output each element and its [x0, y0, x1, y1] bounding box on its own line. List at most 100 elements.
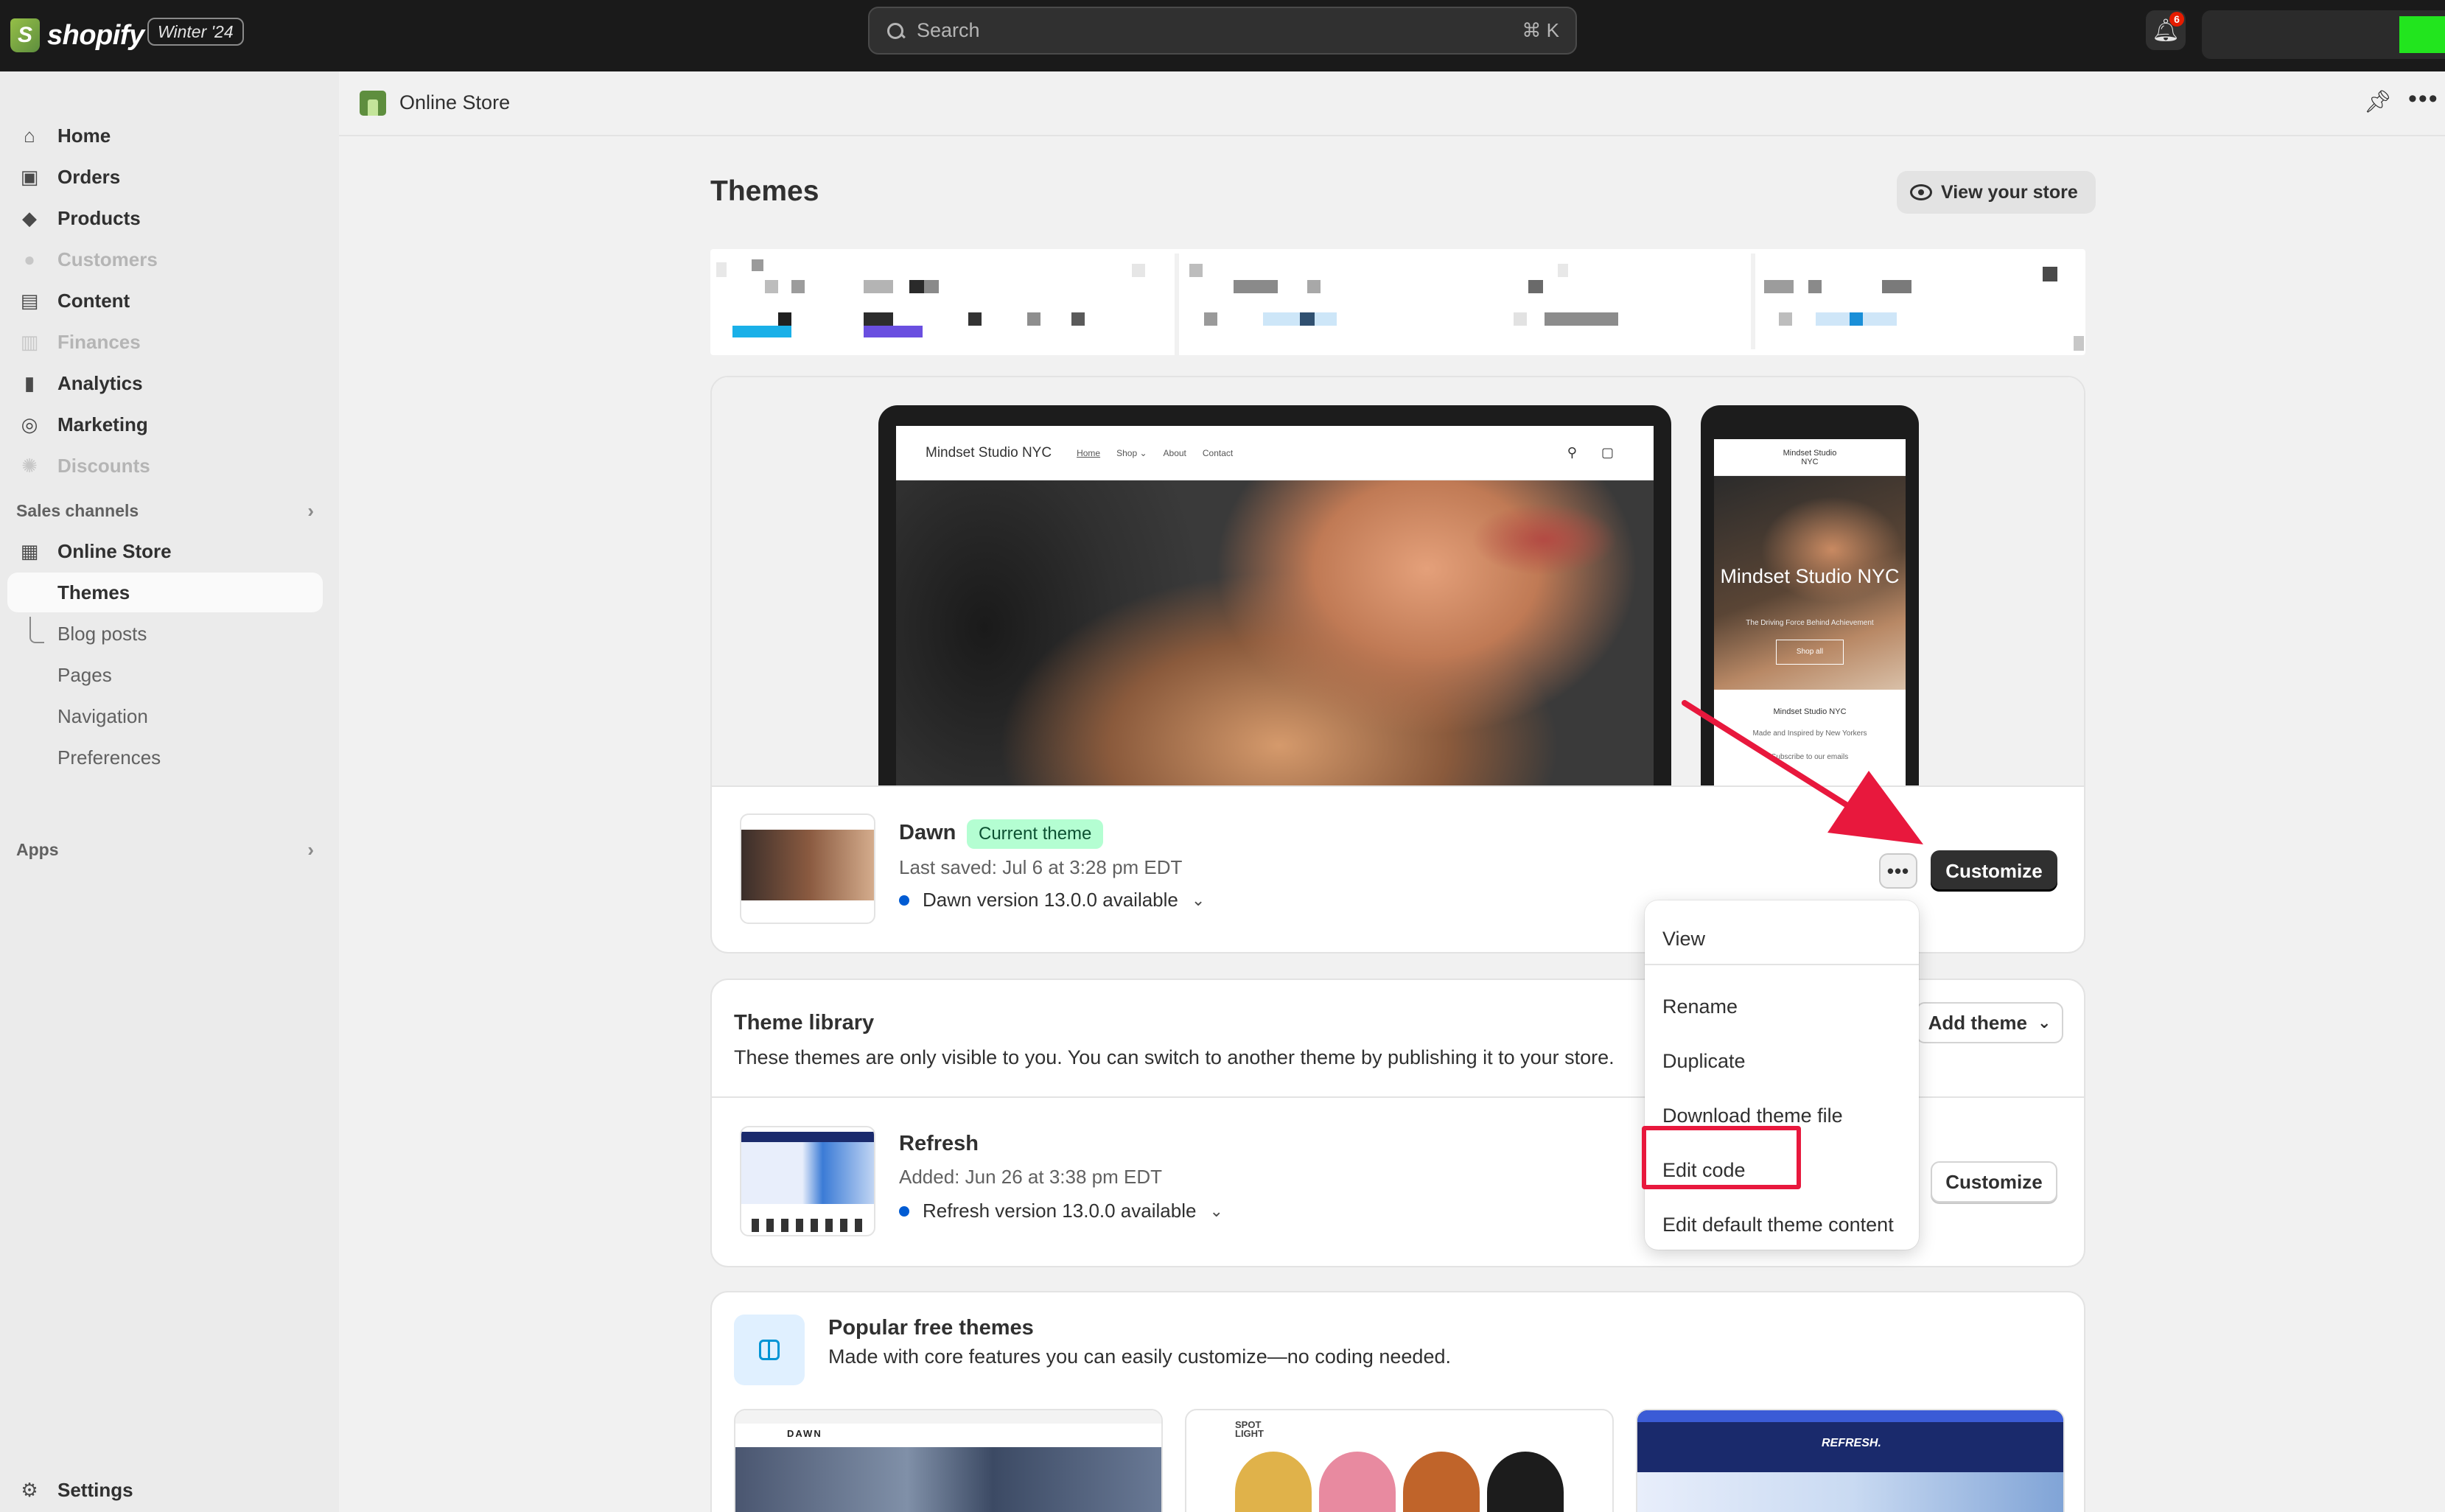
redacted-pixel [1234, 280, 1278, 293]
sidebar-item-discounts[interactable]: ✺ Discounts [7, 446, 323, 486]
sales-channels-label: Sales channels [16, 500, 139, 520]
shopify-logo[interactable]: S shopify [10, 13, 144, 57]
page-title: Themes [710, 175, 819, 207]
view-store-button[interactable]: View your store [1897, 171, 2096, 214]
avatar [2399, 16, 2445, 53]
sidebar-item-online-store[interactable]: ▦ Online Store [7, 531, 323, 571]
refresh-thumbnail-bar [741, 1132, 874, 1142]
redacted-pixel [1545, 312, 1618, 326]
sidebar-subitem-themes[interactable]: Themes [7, 573, 323, 612]
sidebar-subitem-preferences[interactable]: Preferences [7, 738, 323, 777]
search-bar[interactable]: Search ⌘ K [868, 7, 1577, 55]
online-store-icon [360, 91, 386, 116]
sidebar-item-settings[interactable]: ⚙ Settings [7, 1470, 323, 1510]
redacted-pixel [1189, 264, 1203, 277]
cap-orange [1403, 1452, 1480, 1512]
redacted-pixel [1514, 312, 1527, 326]
apps-header[interactable]: Apps › [16, 835, 314, 864]
edition-badge[interactable]: Winter '24 [147, 18, 244, 46]
popular-themes-title: Popular free themes [828, 1316, 1034, 1340]
sidebar-item-finances[interactable]: ▥ Finances [7, 322, 323, 362]
image-icon: ▤ [20, 289, 39, 312]
cap-pink [1319, 1452, 1396, 1512]
notification-count: 6 [2169, 12, 2184, 27]
redacted-pixel [791, 280, 805, 293]
sidebar-item-marketing[interactable]: ◎ Marketing [7, 405, 323, 444]
redacted-pixel [1808, 280, 1822, 293]
redacted-pixel [1071, 312, 1085, 326]
redacted-pixel [1132, 264, 1145, 277]
search-icon [886, 21, 905, 41]
cap-yellow [1235, 1452, 1312, 1512]
preview-link-contact: Contact [1202, 447, 1234, 458]
sidebar-item-label: Content [57, 289, 130, 312]
pin-icon[interactable]: 📌︎ [2364, 89, 2392, 115]
dawn-version-text: Dawn version 13.0.0 available [923, 889, 1178, 911]
redacted-pixel [1751, 253, 1755, 349]
home-icon: ⌂ [24, 124, 35, 147]
mobile-hero-button: Shop all [1776, 640, 1844, 665]
dawn-thumbnail-image [741, 830, 874, 900]
menu-item-rename[interactable]: Rename [1645, 983, 1919, 1030]
redacted-pixel [716, 262, 727, 277]
annotation-arrow [1682, 700, 1923, 844]
discount-icon: ✺ [21, 454, 38, 477]
notifications-button[interactable]: 🔔︎ 6 [2146, 10, 2186, 50]
customize-current-button[interactable]: Customize [1931, 850, 2057, 892]
mobile-hero-image: Mindset Studio NYC The Driving Force Beh… [1714, 476, 1906, 690]
library-theme-name: Refresh [899, 1132, 979, 1155]
redacted-pixel [732, 326, 791, 337]
menu-item-duplicate[interactable]: Duplicate [1645, 1037, 1919, 1085]
chevron-down-icon: ⌄ [1209, 1201, 1223, 1220]
mobile-brand: Mindset Studio NYC [1783, 448, 1837, 466]
last-saved-text: Last saved: Jul 6 at 3:28 pm EDT [899, 856, 1183, 878]
inbox-icon: ▣ [20, 165, 39, 188]
sidebar: ⌂ Home ▣ Orders ◆ Products ● Customers ▤… [0, 71, 339, 1512]
free-theme-dawn[interactable]: DAWN [734, 1409, 1163, 1512]
sidebar-item-label: Online Store [57, 539, 172, 562]
dawn-version-toggle[interactable]: Dawn version 13.0.0 available ⌄ [899, 889, 1205, 911]
preview-brand: Mindset Studio NYC [926, 444, 1052, 461]
redacted-pixel [1558, 264, 1568, 277]
redacted-pixel [864, 280, 893, 293]
sales-channels-header[interactable]: Sales channels › [16, 496, 314, 525]
redacted-pixel [765, 280, 778, 293]
sidebar-item-products[interactable]: ◆ Products [7, 198, 323, 238]
more-actions-icon[interactable]: ••• [2408, 85, 2439, 113]
sidebar-subitem-pages[interactable]: Pages [7, 655, 323, 695]
sidebar-item-customers[interactable]: ● Customers [7, 239, 323, 279]
theme-actions-menu: View Rename Duplicate Download theme fil… [1645, 900, 1919, 1250]
redacted-pixel [864, 312, 893, 326]
refresh-version-toggle[interactable]: Refresh version 13.0.0 available ⌄ [899, 1200, 1223, 1222]
sidebar-item-label: Analytics [57, 371, 143, 394]
free-theme-label: DAWN [787, 1428, 822, 1439]
layout-icon [734, 1315, 805, 1385]
sidebar-subitem-navigation[interactable]: Navigation [7, 696, 323, 736]
redacted-pixel [1307, 280, 1321, 293]
bar-chart-icon: ▮ [24, 371, 35, 394]
sidebar-item-home[interactable]: ⌂ Home [7, 116, 323, 155]
redacted-pixel [1850, 312, 1863, 326]
sidebar-item-label: Customers [57, 248, 158, 270]
add-theme-button[interactable]: Add theme ⌄ [1916, 1002, 2063, 1043]
sidebar-item-content[interactable]: ▤ Content [7, 281, 323, 321]
menu-item-edit-default-theme-content[interactable]: Edit default theme content [1645, 1201, 1919, 1248]
preview-hero-image [896, 480, 1654, 785]
redacted-pixel [1779, 312, 1792, 326]
menu-item-view[interactable]: View [1645, 915, 1919, 962]
free-theme-spotlight[interactable]: SPOT LIGHT [1185, 1409, 1614, 1512]
free-theme-image [735, 1447, 1161, 1512]
chevron-right-icon: › [307, 499, 314, 522]
sidebar-item-label: Products [57, 206, 141, 229]
redacted-pixel [1027, 312, 1040, 326]
customize-library-button[interactable]: Customize [1931, 1161, 2057, 1203]
free-theme-refresh[interactable]: REFRESH. [1636, 1409, 2065, 1512]
redacted-pixel [1764, 280, 1794, 293]
stats-card-redacted [710, 249, 2085, 357]
account-menu[interactable] [2202, 10, 2445, 59]
sidebar-item-analytics[interactable]: ▮ Analytics [7, 363, 323, 403]
sidebar-subitem-blog-posts[interactable]: Blog posts [7, 614, 323, 654]
free-theme-label: SPOT LIGHT [1235, 1419, 1264, 1439]
sidebar-item-orders[interactable]: ▣ Orders [7, 157, 323, 197]
sidebar-item-label: Orders [57, 165, 121, 188]
